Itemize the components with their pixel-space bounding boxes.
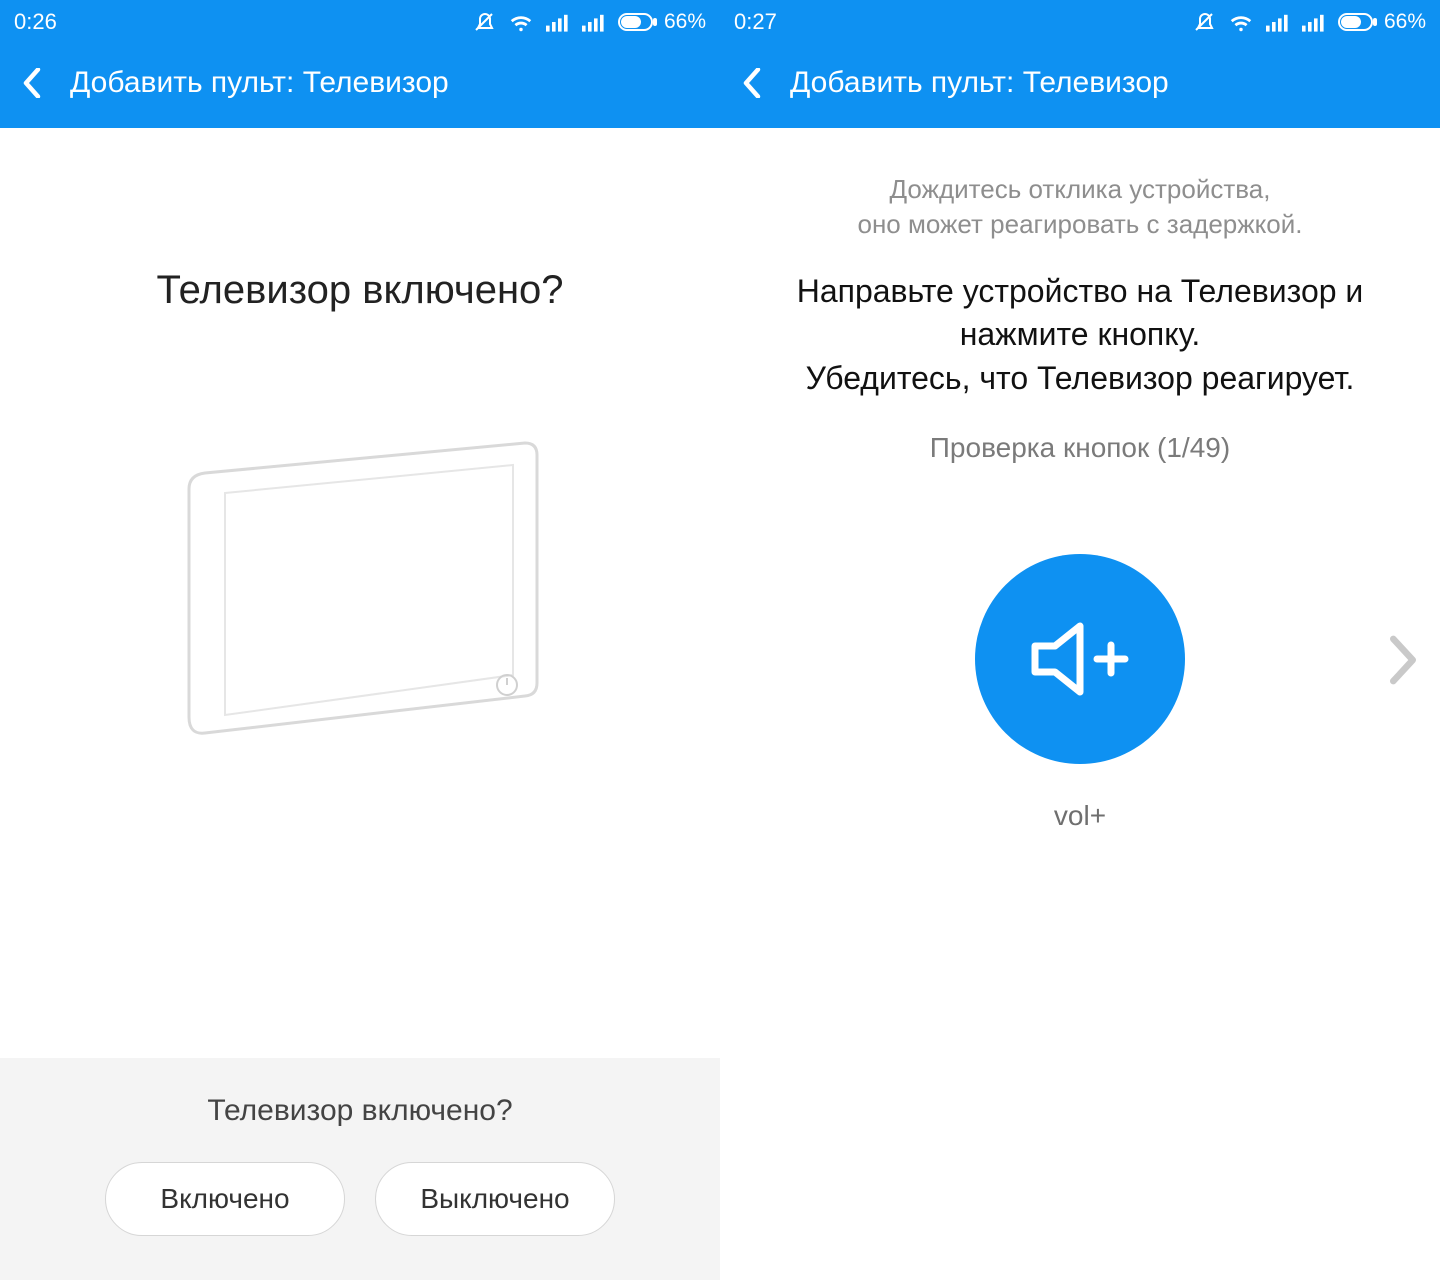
battery-text: 66% — [664, 10, 706, 34]
signal2-icon — [1302, 12, 1326, 32]
status-bar: 0:27 66% — [720, 0, 1440, 44]
back-button[interactable] — [14, 65, 50, 101]
signal2-icon — [582, 12, 606, 32]
wifi-icon — [1228, 11, 1254, 33]
content-area: Дождитесь отклика устройства, оно может … — [720, 128, 1440, 1280]
check-progress: Проверка кнопок (1/49) — [720, 432, 1440, 464]
signal1-icon — [1266, 12, 1290, 32]
content-area: Телевизор включено? Телевизор включено? … — [0, 128, 720, 1280]
page-title: Добавить пульт: Телевизор — [70, 66, 449, 100]
question-heading: Телевизор включено? — [0, 268, 720, 313]
screen-left: 0:26 66% Добавить пульт: Телевизор Телев… — [0, 0, 720, 1280]
battery-text: 66% — [1384, 10, 1426, 34]
volume-up-icon — [1025, 614, 1135, 704]
page-title: Добавить пульт: Телевизор — [790, 66, 1169, 100]
next-button[interactable] — [1388, 634, 1418, 691]
delay-hint: Дождитесь отклика устройства, оно может … — [720, 172, 1440, 242]
status-time: 0:26 — [14, 9, 57, 35]
tv-icon — [145, 403, 575, 763]
bottom-panel: Телевизор включено? Включено Выключено — [0, 1058, 720, 1280]
off-button[interactable]: Выключено — [375, 1162, 615, 1236]
panel-title: Телевизор включено? — [20, 1094, 700, 1128]
tv-illustration — [0, 403, 720, 763]
status-time: 0:27 — [734, 9, 777, 35]
instruction-text: Направьте устройство на Телевизор и нажм… — [720, 270, 1440, 400]
status-bar: 0:26 66% — [0, 0, 720, 44]
screen-right: 0:27 66% Добавить пульт: Телевизор Дожди… — [720, 0, 1440, 1280]
chevron-right-icon — [1388, 634, 1418, 686]
chevron-left-icon — [22, 68, 42, 98]
test-button-label: vol+ — [1054, 800, 1106, 832]
battery-icon — [1338, 13, 1378, 31]
wifi-icon — [508, 11, 534, 33]
test-button-area: vol+ — [720, 554, 1440, 832]
signal1-icon — [546, 12, 570, 32]
mute-icon — [1192, 10, 1216, 34]
on-button[interactable]: Включено — [105, 1162, 345, 1236]
app-header: Добавить пульт: Телевизор — [0, 44, 720, 128]
volume-up-button[interactable] — [975, 554, 1185, 764]
mute-icon — [472, 10, 496, 34]
back-button[interactable] — [734, 65, 770, 101]
battery-icon — [618, 13, 658, 31]
chevron-left-icon — [742, 68, 762, 98]
app-header: Добавить пульт: Телевизор — [720, 44, 1440, 128]
status-icons: 66% — [472, 10, 706, 34]
status-icons: 66% — [1192, 10, 1426, 34]
